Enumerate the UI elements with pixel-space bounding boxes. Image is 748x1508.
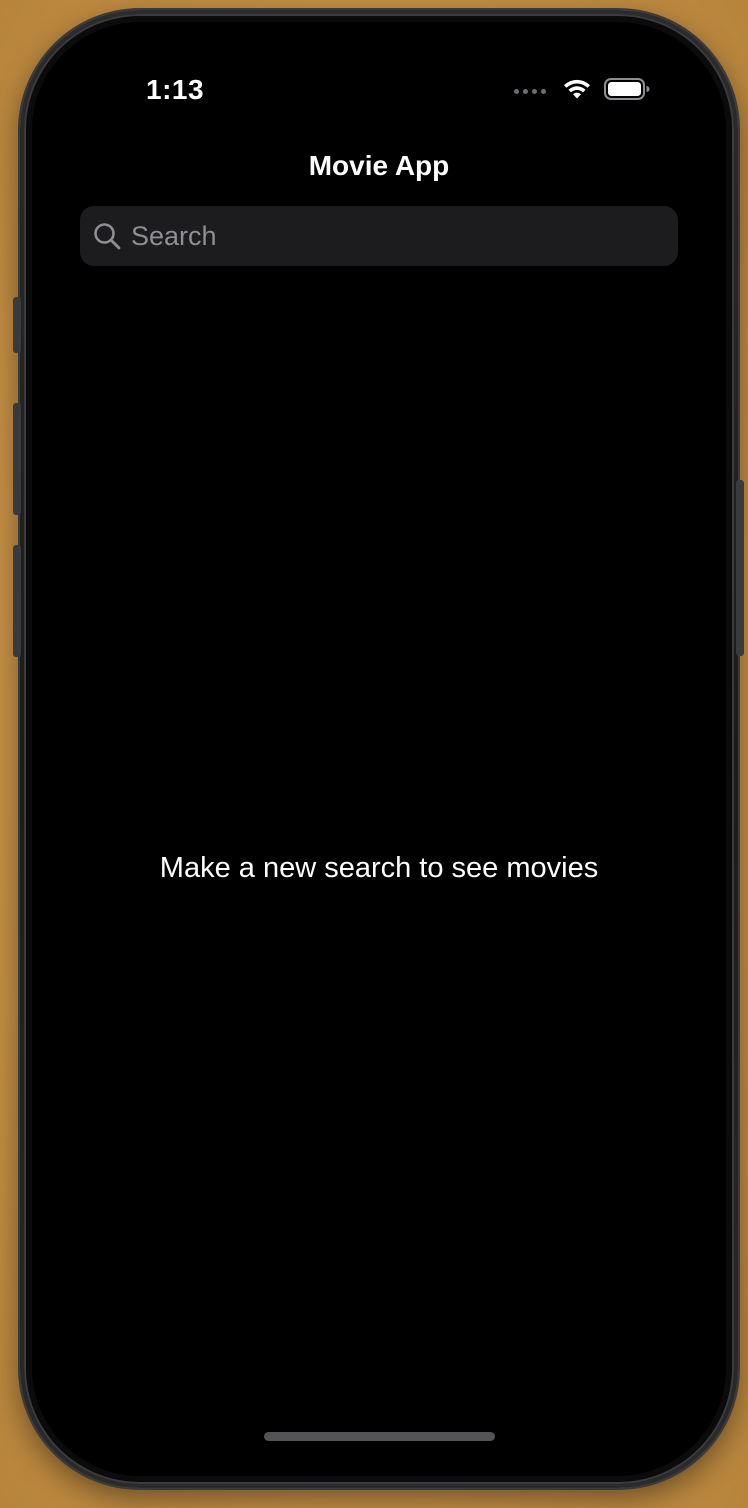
wifi-icon xyxy=(562,78,592,105)
status-bar: 1:13 xyxy=(32,22,726,142)
search-input[interactable] xyxy=(131,206,678,266)
mute-switch xyxy=(13,297,21,353)
app-screen: 1:13 Movie App Search Make a new search … xyxy=(32,22,726,1476)
empty-state-message: Make a new search to see movies xyxy=(159,852,599,884)
search-icon xyxy=(92,221,122,251)
status-time: 1:13 xyxy=(146,74,205,105)
power-button xyxy=(736,480,744,656)
home-indicator[interactable] xyxy=(264,1432,495,1441)
status-icons xyxy=(514,78,650,105)
page-title: Movie App xyxy=(308,150,450,181)
search-bar[interactable] xyxy=(80,206,678,266)
cellular-dots-icon xyxy=(514,89,546,94)
volume-down-button xyxy=(13,545,21,657)
volume-up-button xyxy=(13,403,21,515)
battery-icon xyxy=(604,78,650,105)
